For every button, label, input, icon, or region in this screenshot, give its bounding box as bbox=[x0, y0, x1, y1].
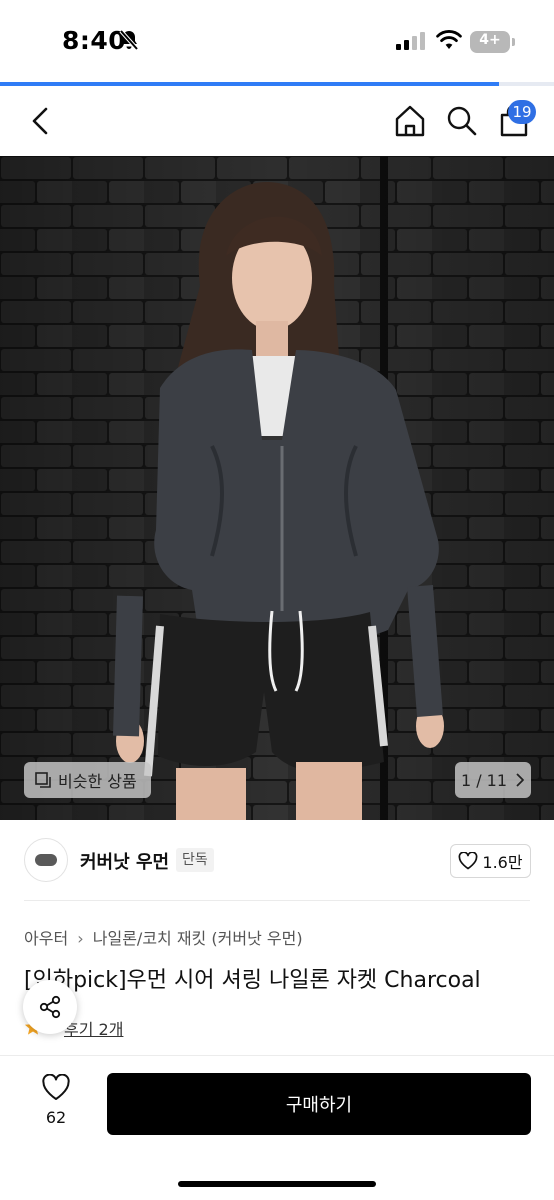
bell-slash-icon bbox=[119, 29, 139, 51]
battery-icon: 4+ bbox=[470, 31, 510, 53]
wifi-icon bbox=[436, 30, 462, 49]
breadcrumb-brand[interactable]: (커버낫 우먼) bbox=[211, 929, 302, 948]
shop-row: 커버낫 우먼 단독 1.6만 bbox=[0, 820, 554, 900]
shop-name[interactable]: 커버낫 우먼 bbox=[80, 848, 169, 874]
top-nav-bar bbox=[0, 86, 554, 156]
product-image-carousel[interactable] bbox=[0, 156, 554, 820]
cart-count-badge: 19 bbox=[508, 100, 536, 124]
heart-outline-icon bbox=[458, 852, 478, 870]
heart-outline-icon bbox=[42, 1073, 70, 1100]
back-arrow-icon[interactable] bbox=[24, 103, 60, 139]
battery-text: 4+ bbox=[479, 32, 501, 48]
wishlist-button[interactable]: 62 bbox=[30, 1073, 82, 1134]
product-photo bbox=[0, 156, 554, 820]
breadcrumb-subcategory[interactable]: 나일론/코치 재킷 bbox=[93, 929, 207, 948]
shop-like-button[interactable]: 1.6만 bbox=[450, 844, 531, 878]
share-button[interactable] bbox=[23, 980, 77, 1034]
wishlist-count: 62 bbox=[45, 1108, 67, 1127]
buy-button[interactable]: 구매하기 bbox=[107, 1073, 531, 1135]
status-time: 8:40 bbox=[62, 26, 127, 55]
shop-logo-mark bbox=[35, 854, 57, 866]
status-bar: 8:40 4+ bbox=[0, 0, 554, 82]
image-counter-text: 1 / 11 bbox=[460, 770, 508, 790]
image-counter-button[interactable]: 1 / 11 bbox=[455, 762, 531, 798]
breadcrumb: 아우터 › 나일론/코치 재킷 (커버낫 우먼) bbox=[24, 925, 303, 949]
divider bbox=[24, 900, 530, 901]
shop-logo[interactable] bbox=[24, 838, 68, 882]
shop-like-count: 1.6만 bbox=[482, 853, 523, 872]
share-icon bbox=[39, 995, 61, 1019]
chevron-right-icon bbox=[516, 773, 524, 787]
product-title: [인하pick]우먼 시어 셔링 나일론 자켓 Charcoal bbox=[24, 968, 481, 993]
cellular-signal-icon bbox=[396, 32, 425, 50]
exclusive-tag: 단독 bbox=[176, 848, 214, 872]
similar-items-icon bbox=[35, 772, 51, 788]
search-icon[interactable] bbox=[444, 103, 480, 139]
home-icon[interactable] bbox=[392, 103, 428, 139]
similar-products-label: 비슷한 상품 bbox=[58, 772, 137, 791]
home-indicator bbox=[178, 1181, 376, 1187]
battery-tip bbox=[512, 38, 515, 46]
breadcrumb-category[interactable]: 아우터 bbox=[24, 929, 68, 948]
similar-products-button[interactable]: 비슷한 상품 bbox=[24, 762, 151, 798]
breadcrumb-separator-icon: › bbox=[77, 929, 84, 948]
